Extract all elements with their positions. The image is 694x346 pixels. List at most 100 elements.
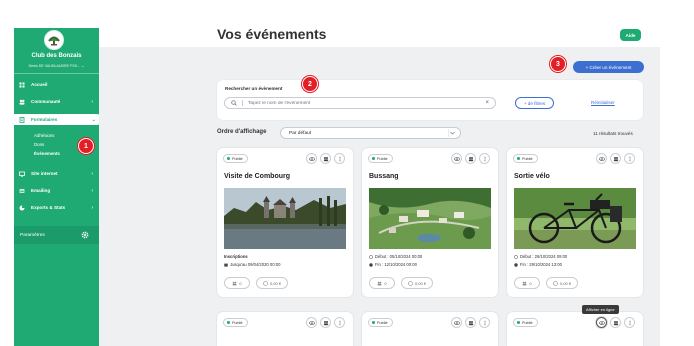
chevron-right-icon: › [91, 170, 93, 177]
search-panel: Rechercher un évènement × + de filtres R… [217, 80, 643, 120]
event-card-sortie-velo[interactable]: Publié Sortie vélo Début : 29/10/2024 09… [507, 148, 643, 297]
amount-value: 0,00 € [559, 280, 572, 286]
participants-icon [522, 281, 527, 285]
event-end: Fin : 29/10/2024 13:00 [514, 262, 562, 267]
sidebar: Club des Bonzais Denis DE VAUDLAUDRE FSS… [14, 28, 102, 346]
status-badge: Publié [513, 318, 538, 327]
search-box[interactable]: × [224, 97, 496, 109]
results-count: 11 résultats trouvés [593, 131, 633, 136]
participants-icon[interactable] [610, 317, 621, 328]
sidebar-item-communaute[interactable]: Communauté › [14, 96, 99, 107]
marker-1: 1 [78, 138, 94, 154]
card-title: Sortie vélo [514, 173, 550, 180]
website-icon [19, 171, 25, 177]
deadline-text: Jusqu'au 09/04/2020 00:00 [230, 262, 281, 267]
status-label: Publié [232, 320, 243, 325]
sidebar-subitem-evenements[interactable]: Événements [34, 151, 60, 156]
amount-value: 0,00 € [269, 280, 282, 286]
event-card[interactable]: Publié [217, 312, 353, 346]
sidebar-item-formulaires[interactable]: Formulaires ⌄ [14, 114, 102, 125]
participants-count: 0 [514, 277, 540, 289]
event-card-bussang[interactable]: Publié Bussang Début : 05/10/2024 00:00 … [362, 148, 498, 297]
sidebar-item-accueil[interactable]: Accueil [14, 79, 99, 90]
amount-collected: 0,00 € [546, 277, 578, 289]
status-dot-icon [517, 157, 520, 160]
eye-icon[interactable] [451, 153, 462, 164]
create-event-button[interactable]: + Créer un événement [573, 61, 644, 73]
clock-icon [514, 254, 518, 259]
eye-icon[interactable] [596, 153, 607, 164]
search-input[interactable] [248, 100, 468, 106]
status-label: Publié [232, 156, 243, 161]
sidebar-subitem-dons[interactable]: Dons [34, 142, 44, 147]
event-card[interactable]: Publié [362, 312, 498, 346]
status-dot-icon [517, 321, 520, 324]
participants-icon[interactable] [465, 153, 476, 164]
participants-icon[interactable] [320, 317, 331, 328]
reset-link[interactable]: Réinitialiser [591, 100, 615, 105]
status-dot-icon [372, 321, 375, 324]
more-options-icon[interactable] [334, 153, 345, 164]
event-card-combourg[interactable]: Publié Visite de Combourg Inscriptions J… [217, 148, 353, 297]
sidebar-item-emailing[interactable]: Emailing › [14, 185, 99, 196]
page-title: Vos événements [217, 26, 327, 42]
count-value: 0 [529, 280, 532, 286]
event-image [224, 188, 346, 249]
sort-value: Par défaut [289, 130, 312, 136]
count-value: 0 [384, 280, 387, 286]
divider [242, 100, 243, 106]
registration-deadline: Jusqu'au 09/04/2020 00:00 [224, 262, 280, 267]
search-icon [231, 100, 237, 106]
sidebar-item-site-internet[interactable]: Site internet › [14, 168, 99, 179]
end-text: Fin : 12/10/2024 00:00 [375, 262, 417, 267]
more-options-icon[interactable] [479, 317, 490, 328]
count-value: 0 [239, 280, 242, 286]
clock-icon [369, 254, 373, 259]
chevron-right-icon: › [91, 187, 93, 194]
calendar-icon [224, 263, 228, 267]
coin-icon [553, 280, 558, 286]
more-options-icon[interactable] [624, 317, 635, 328]
amount-value: 0,00 € [414, 280, 427, 286]
eye-icon[interactable] [451, 317, 462, 328]
event-image [514, 188, 636, 249]
event-card[interactable]: Publié [507, 312, 643, 346]
participants-icon[interactable] [320, 153, 331, 164]
status-dot-icon [227, 321, 230, 324]
event-end: Fin : 12/10/2024 00:00 [369, 262, 417, 267]
status-badge: Publié [513, 154, 538, 163]
coin-icon [263, 280, 268, 286]
chevron-down-icon [448, 129, 455, 137]
participants-icon [232, 281, 237, 285]
more-options-icon[interactable] [479, 153, 490, 164]
sort-label: Ordre d'affichage [217, 129, 267, 135]
start-text: Début : 05/10/2024 00:00 [375, 254, 423, 259]
event-image [369, 188, 491, 249]
status-badge: Publié [368, 318, 393, 327]
more-filters-button[interactable]: + de filtres [515, 97, 554, 109]
chevron-down-icon: ⌄ [81, 63, 85, 68]
settings-item[interactable]: Paramètres [14, 226, 99, 244]
sort-select[interactable]: Par défaut [280, 127, 461, 139]
event-start: Début : 29/10/2024 09:00 [514, 254, 567, 259]
search-label: Rechercher un évènement [225, 86, 283, 91]
clock-filled-icon [514, 262, 518, 267]
participants-icon[interactable] [465, 317, 476, 328]
participants-icon[interactable] [610, 153, 621, 164]
help-button[interactable]: Aide [620, 29, 641, 41]
eye-icon[interactable] [596, 317, 607, 328]
more-options-icon[interactable] [334, 317, 345, 328]
status-badge: Publié [368, 154, 393, 163]
eye-icon[interactable] [306, 317, 317, 328]
close-icon[interactable]: × [485, 100, 489, 106]
status-dot-icon [227, 157, 230, 160]
more-options-icon[interactable] [624, 153, 635, 164]
end-text: Fin : 29/10/2024 13:00 [520, 262, 562, 267]
club-selector[interactable]: Denis DE VAUDLAUDRE FSS... ⌄ [14, 63, 99, 68]
stats-icon [19, 205, 25, 211]
club-logo [44, 30, 64, 50]
eye-icon[interactable] [306, 153, 317, 164]
sidebar-subitem-adhesions[interactable]: Adhésions [34, 133, 55, 138]
sidebar-item-exports-stats[interactable]: Exports & Stats › [14, 202, 99, 213]
sidebar-item-label: Site internet [31, 171, 58, 176]
